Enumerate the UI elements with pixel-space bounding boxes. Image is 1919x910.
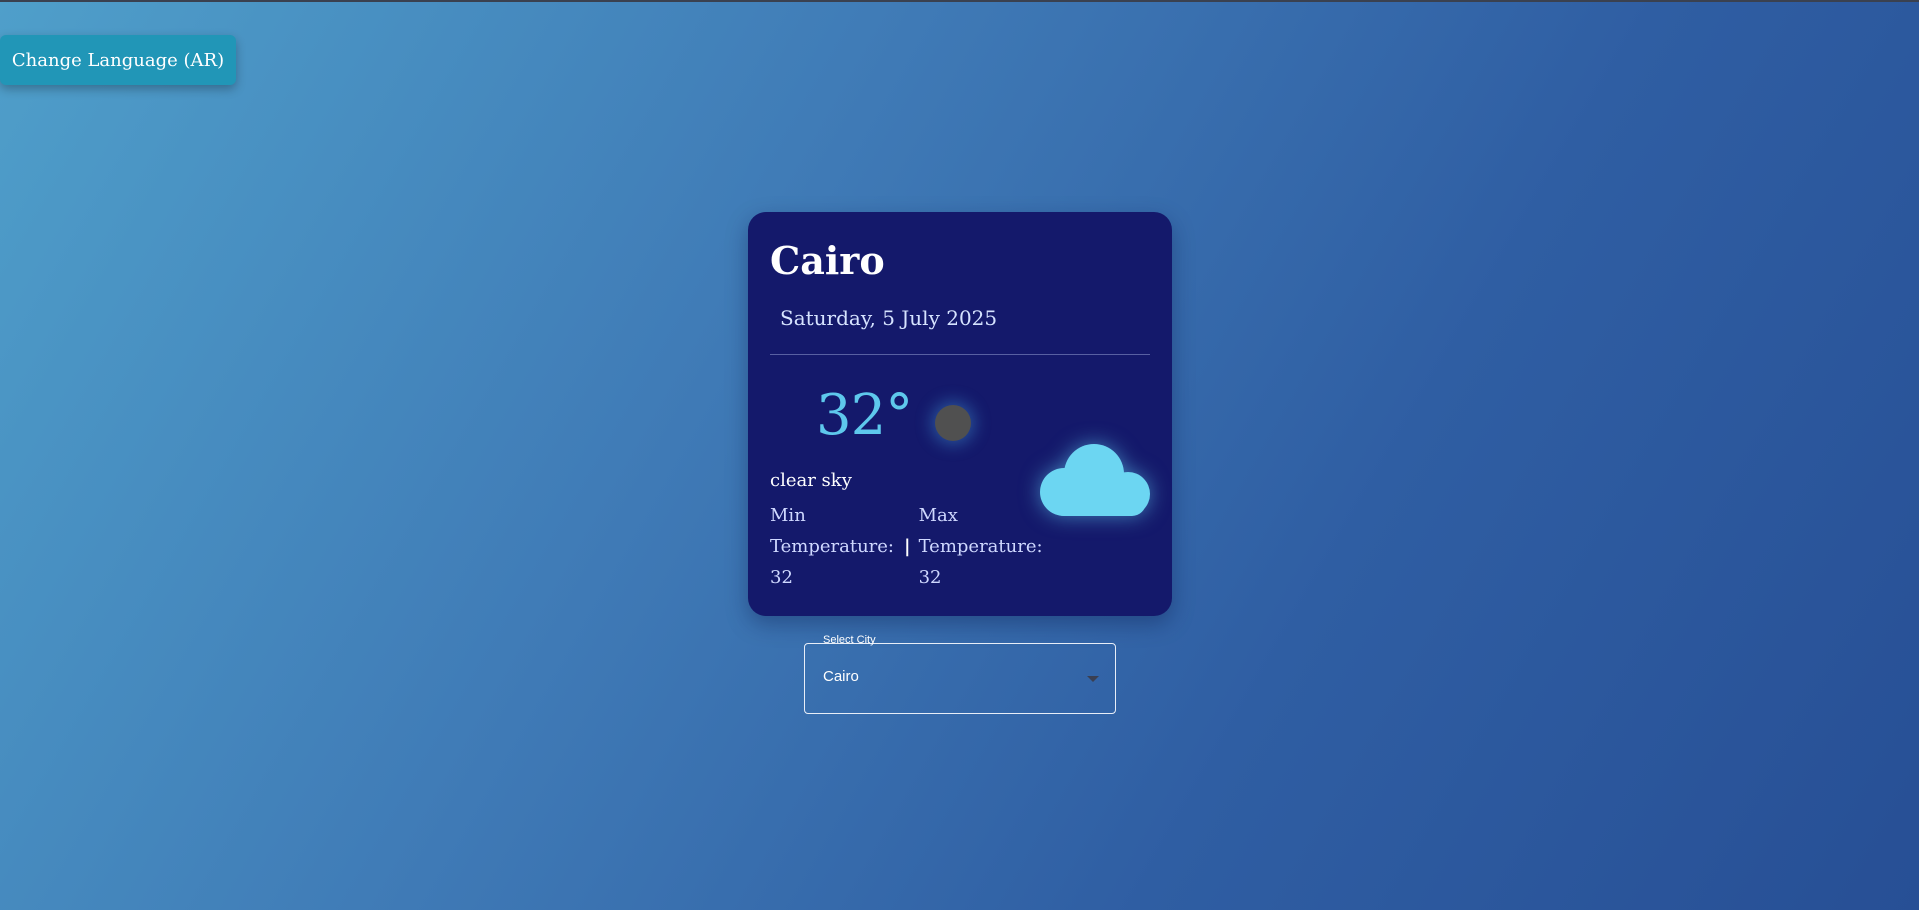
weather-card: Cairo Saturday, 5 July 2025 32° clear sk… [748,212,1172,616]
max-temperature-value: 32 [918,567,942,588]
max-temperature-label: Max [918,505,958,526]
min-temperature: Min Temperature: 32 [770,500,898,593]
min-temperature-value: 32 [770,567,793,588]
city-name: Cairo [770,238,885,283]
current-date: Saturday, 5 July 2025 [780,306,998,330]
city-select-value: Cairo [823,668,859,685]
chevron-down-icon[interactable] [1087,676,1099,682]
city-select-label: Select City [823,634,876,646]
current-temperature: 32° [816,383,913,448]
weather-status-dot-icon [935,405,971,441]
cloud-icon [1040,444,1150,516]
min-temperature-label-2: Temperature: [770,536,894,557]
min-max-temperature: Min Temperature: 32 | Max Temperature: 3… [770,500,1047,593]
min-max-separator: | [904,536,911,557]
card-divider [770,354,1150,355]
max-temperature: Max Temperature: 32 [919,500,1047,593]
change-language-button[interactable]: Change Language (AR) [0,35,236,85]
city-select[interactable]: Select City Cairo [804,634,1116,714]
weather-description: clear sky [770,470,852,491]
max-temperature-label-2: Temperature: [918,536,1043,557]
min-temperature-label: Min [770,505,806,526]
